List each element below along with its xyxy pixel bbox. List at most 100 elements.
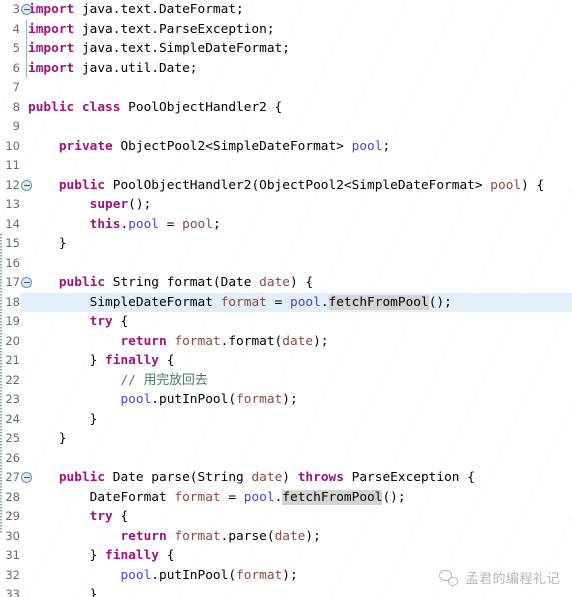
fold-column[interactable] bbox=[21, 507, 33, 527]
fold-column[interactable] bbox=[21, 137, 33, 157]
fold-column[interactable] bbox=[21, 234, 33, 254]
code-text[interactable]: pool.putInPool(format); bbox=[28, 566, 297, 586]
code-text[interactable]: return format.parse(date); bbox=[28, 527, 320, 547]
code-text[interactable]: super(); bbox=[28, 195, 152, 215]
code-line[interactable]: 29 try { bbox=[0, 507, 572, 527]
fold-column[interactable] bbox=[21, 195, 33, 215]
code-lines[interactable]: 3 import java.text.DateFormat; 4 import jav… bbox=[0, 0, 572, 597]
fold-column[interactable] bbox=[21, 273, 33, 293]
code-line[interactable]: 27 public Date parse(String date) throws… bbox=[0, 468, 572, 488]
code-text[interactable]: public PoolObjectHandler2(ObjectPool2<Si… bbox=[28, 176, 544, 196]
fold-column[interactable] bbox=[21, 215, 33, 235]
code-text[interactable]: } bbox=[28, 410, 98, 430]
code-text[interactable]: try { bbox=[28, 507, 129, 527]
code-text[interactable]: } bbox=[28, 429, 67, 449]
code-line[interactable]: 33 } bbox=[0, 585, 572, 597]
fold-column[interactable] bbox=[21, 156, 33, 176]
code-text[interactable]: private ObjectPool2<SimpleDateFormat> po… bbox=[28, 137, 390, 157]
fold-column[interactable] bbox=[21, 468, 33, 488]
fold-column[interactable] bbox=[21, 98, 33, 118]
code-line[interactable]: 23 pool.putInPool(format); bbox=[0, 390, 572, 410]
code-line[interactable]: 18 SimpleDateFormat format = pool.fetchF… bbox=[0, 292, 572, 313]
code-line[interactable]: 12 public PoolObjectHandler2(ObjectPool2… bbox=[0, 176, 572, 196]
code-text[interactable]: public class PoolObjectHandler2 { bbox=[28, 98, 282, 118]
code-text[interactable]: } finally { bbox=[28, 546, 175, 566]
code-text[interactable]: try { bbox=[28, 312, 129, 332]
code-editor[interactable]: 3 import java.text.DateFormat; 4 import jav… bbox=[0, 0, 572, 597]
code-text[interactable]: } bbox=[28, 234, 67, 254]
code-text[interactable]: this.pool = pool; bbox=[28, 215, 221, 235]
fold-column[interactable] bbox=[21, 371, 33, 391]
fold-column[interactable] bbox=[21, 566, 33, 586]
fold-column[interactable] bbox=[21, 312, 33, 332]
code-line[interactable]: 17 public String format(Date date) { bbox=[0, 273, 572, 293]
code-line[interactable]: 20 return format.format(date); bbox=[0, 332, 572, 352]
fold-column[interactable] bbox=[21, 117, 33, 137]
fold-column[interactable] bbox=[21, 527, 33, 547]
fold-column[interactable] bbox=[21, 58, 33, 78]
code-text[interactable]: pool.putInPool(format); bbox=[28, 390, 297, 410]
code-line[interactable]: 16 bbox=[0, 254, 572, 274]
code-line[interactable]: 30 return format.parse(date); bbox=[0, 527, 572, 547]
fold-column[interactable] bbox=[21, 351, 33, 371]
code-line[interactable]: 19 try { bbox=[0, 312, 572, 332]
code-text[interactable]: DateFormat format = pool.fetchFromPool()… bbox=[28, 488, 406, 508]
fold-column[interactable] bbox=[21, 585, 33, 597]
code-text[interactable]: import java.text.ParseException; bbox=[28, 20, 275, 40]
fold-column[interactable] bbox=[21, 410, 33, 430]
code-text[interactable]: public Date parse(String date) throws Pa… bbox=[28, 468, 475, 488]
code-line[interactable]: 32 pool.putInPool(format); bbox=[0, 566, 572, 586]
code-line[interactable]: 5 import java.text.SimpleDateFormat; bbox=[0, 39, 572, 59]
code-text[interactable]: // 用完放回去 bbox=[28, 371, 207, 391]
code-line[interactable]: 6 import java.util.Date; bbox=[0, 58, 572, 79]
fold-collapse-icon[interactable] bbox=[21, 4, 32, 15]
code-text[interactable]: return format.format(date); bbox=[28, 332, 328, 352]
line-number: 20 bbox=[5, 333, 20, 348]
fold-column[interactable] bbox=[21, 449, 33, 469]
fold-column[interactable] bbox=[21, 390, 33, 410]
code-text[interactable]: public String format(Date date) { bbox=[28, 273, 313, 293]
code-line[interactable]: 13 super(); bbox=[0, 195, 572, 215]
code-line[interactable]: 11 bbox=[0, 156, 572, 176]
fold-column[interactable] bbox=[21, 332, 33, 352]
fold-column[interactable] bbox=[21, 39, 33, 59]
fold-column[interactable] bbox=[21, 546, 33, 566]
code-line[interactable]: 7 bbox=[0, 78, 572, 98]
code-line[interactable]: 14 this.pool = pool; bbox=[0, 215, 572, 235]
code-line[interactable]: 26 bbox=[0, 449, 572, 469]
code-text[interactable]: SimpleDateFormat format = pool.fetchFrom… bbox=[28, 293, 452, 313]
code-text[interactable]: } bbox=[28, 585, 98, 597]
fold-column[interactable] bbox=[21, 429, 33, 449]
code-line[interactable]: 4 import java.text.ParseException; bbox=[0, 19, 572, 40]
code-line[interactable]: 9 bbox=[0, 117, 572, 137]
line-number: 30 bbox=[5, 528, 20, 543]
fold-collapse-icon[interactable] bbox=[21, 277, 32, 288]
code-line[interactable]: 22 // 用完放回去 bbox=[0, 371, 572, 391]
code-token: date bbox=[274, 528, 306, 544]
fold-column[interactable] bbox=[21, 19, 33, 39]
code-text[interactable]: } finally { bbox=[28, 351, 175, 371]
code-line[interactable]: 28 DateFormat format = pool.fetchFromPoo… bbox=[0, 488, 572, 508]
code-token: ) bbox=[282, 470, 298, 485]
code-line[interactable]: 24 } bbox=[0, 410, 572, 430]
code-text[interactable]: import java.text.SimpleDateFormat; bbox=[28, 39, 290, 59]
fold-collapse-icon[interactable] bbox=[21, 179, 32, 191]
code-line[interactable]: 31 } finally { bbox=[0, 546, 572, 566]
fold-column[interactable] bbox=[21, 488, 33, 508]
code-line[interactable]: 25 } bbox=[0, 429, 572, 449]
code-text[interactable]: import java.text.DateFormat; bbox=[28, 0, 244, 20]
code-token: try bbox=[89, 314, 113, 329]
line-number: 29 bbox=[5, 509, 20, 523]
fold-column[interactable] bbox=[21, 293, 33, 313]
fold-column[interactable] bbox=[21, 254, 33, 274]
code-text[interactable]: import java.util.Date; bbox=[28, 59, 198, 79]
code-line[interactable]: 3 import java.text.DateFormat; bbox=[0, 0, 572, 20]
code-line[interactable]: 10 private ObjectPool2<SimpleDateFormat>… bbox=[0, 137, 572, 157]
code-line[interactable]: 15 } bbox=[0, 234, 572, 254]
code-line[interactable]: 21 } finally { bbox=[0, 351, 572, 371]
fold-collapse-icon[interactable] bbox=[21, 472, 32, 483]
fold-column[interactable] bbox=[21, 78, 33, 98]
fold-column[interactable] bbox=[21, 0, 33, 20]
code-line[interactable]: 8 public class PoolObjectHandler2 { bbox=[0, 98, 572, 118]
fold-column[interactable] bbox=[21, 176, 33, 196]
